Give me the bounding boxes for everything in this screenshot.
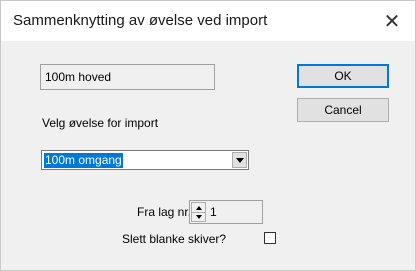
dialog-body: 100m hoved OK Cancel Velg øvelse for imp… [1, 41, 415, 270]
from-team-label: Fra lag nr. [137, 205, 192, 219]
arrow-down-icon [195, 214, 202, 219]
from-team-value: 1 [210, 205, 217, 219]
event-select[interactable]: 100m omgang [41, 150, 249, 170]
spin-down-button[interactable] [192, 212, 205, 221]
dropdown-button[interactable] [232, 152, 247, 168]
delete-blank-checkbox[interactable] [264, 232, 276, 244]
source-event-field: 100m hoved [40, 64, 215, 90]
event-select-value: 100m omgang [44, 153, 123, 168]
from-team-stepper[interactable]: 1 [189, 200, 263, 224]
dialog-title: Sammenknytting av øvelse ved import [13, 12, 268, 29]
import-mapping-dialog: Sammenknytting av øvelse ved import ✕ 10… [0, 0, 416, 271]
spin-buttons [191, 202, 206, 222]
close-icon[interactable]: ✕ [369, 1, 415, 41]
cancel-button[interactable]: Cancel [297, 98, 389, 122]
arrow-up-icon [195, 205, 202, 210]
title-bar: Sammenknytting av øvelse ved import ✕ [1, 1, 415, 41]
ok-button[interactable]: OK [297, 64, 389, 88]
select-event-label: Velg øvelse for import [42, 116, 159, 130]
delete-blank-label: Slett blanke skiver? [122, 232, 227, 246]
chevron-down-icon [235, 157, 244, 163]
